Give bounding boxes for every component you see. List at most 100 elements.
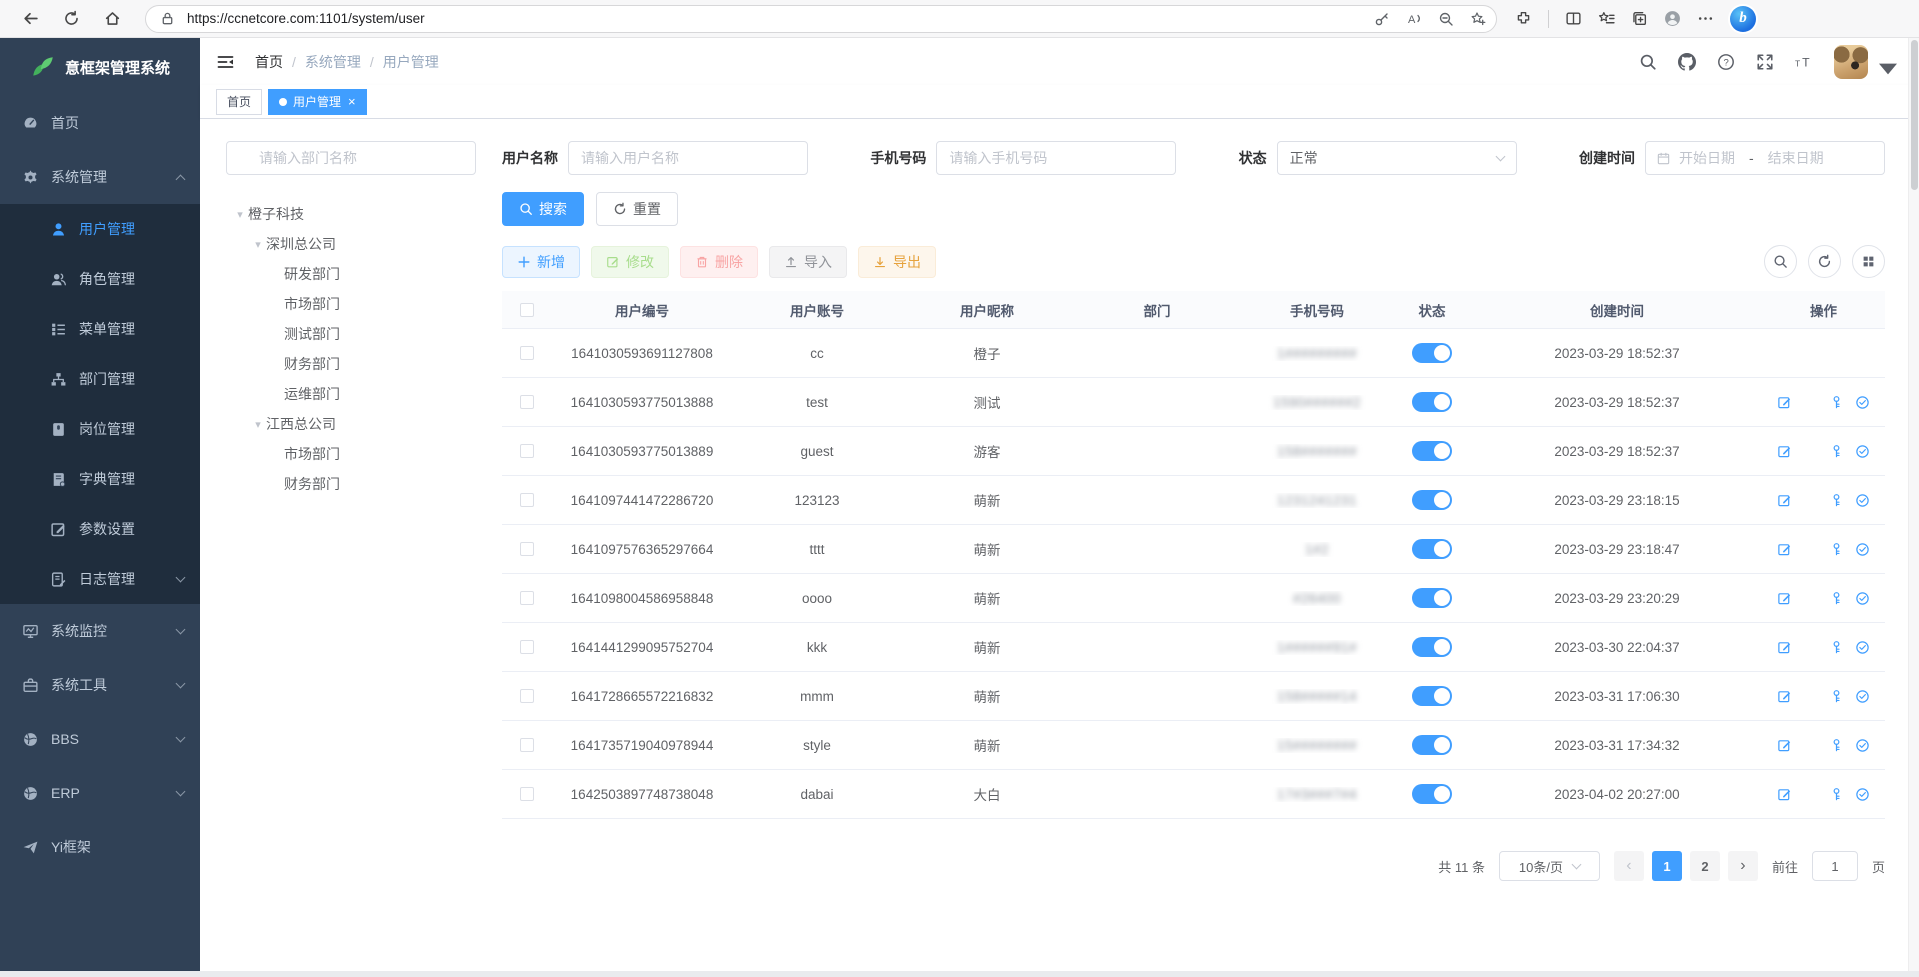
tree-node-运维部门[interactable]: 运维部门: [226, 379, 476, 409]
select-all-checkbox[interactable]: [520, 303, 534, 317]
dept-search-input[interactable]: [226, 141, 476, 175]
sidebar-item-菜单管理[interactable]: 菜单管理: [0, 304, 200, 354]
profile-icon[interactable]: [1664, 10, 1681, 27]
sidebar-item-用户管理[interactable]: 用户管理: [0, 204, 200, 254]
sidebar-item-角色管理[interactable]: 角色管理: [0, 254, 200, 304]
browser-scrollbar[interactable]: [1908, 38, 1919, 971]
phone-input[interactable]: [936, 141, 1176, 175]
collections-icon[interactable]: [1631, 10, 1648, 27]
sidebar-item-ERP[interactable]: ERP: [0, 766, 200, 820]
delete-icon[interactable]: [1803, 640, 1818, 655]
scrollbar-thumb[interactable]: [1911, 40, 1918, 190]
status-toggle-on[interactable]: [1412, 539, 1452, 559]
key-icon[interactable]: [1829, 787, 1844, 802]
search-button[interactable]: 搜索: [502, 192, 584, 226]
breadcrumb-item[interactable]: 首页: [255, 52, 283, 72]
status-toggle-on[interactable]: [1412, 392, 1452, 412]
daterange-picker[interactable]: 开始日期 - 结束日期: [1645, 141, 1885, 175]
goto-page-input[interactable]: [1812, 851, 1858, 881]
avatar[interactable]: [1834, 45, 1868, 79]
sidebar-item-首页[interactable]: 首页: [0, 96, 200, 150]
status-toggle-on[interactable]: [1412, 441, 1452, 461]
search-icon[interactable]: [1639, 53, 1657, 71]
status-toggle-on[interactable]: [1412, 686, 1452, 706]
sidebar-item-BBS[interactable]: BBS: [0, 712, 200, 766]
modify-button[interactable]: 修改: [591, 246, 669, 278]
check-circle-icon[interactable]: [1855, 591, 1870, 606]
sidebar-item-字典管理[interactable]: 字典管理: [0, 454, 200, 504]
copilot-icon[interactable]: b: [1730, 6, 1756, 32]
tab-首页[interactable]: 首页: [216, 89, 262, 115]
row-checkbox[interactable]: [520, 346, 534, 360]
help-icon[interactable]: ?: [1717, 53, 1735, 71]
page-button-1[interactable]: 1: [1652, 851, 1682, 881]
password-key-icon[interactable]: [1374, 11, 1390, 27]
edit-icon[interactable]: [1777, 689, 1792, 704]
font-size-icon[interactable]: TT: [1795, 53, 1813, 71]
key-icon[interactable]: [1829, 738, 1844, 753]
status-toggle-on[interactable]: [1412, 637, 1452, 657]
edit-icon[interactable]: [1777, 591, 1792, 606]
key-icon[interactable]: [1829, 591, 1844, 606]
close-icon[interactable]: ×: [348, 95, 356, 108]
sidebar-item-系统管理[interactable]: 系统管理: [0, 150, 200, 204]
sidebar-item-部门管理[interactable]: 部门管理: [0, 354, 200, 404]
row-checkbox[interactable]: [520, 542, 534, 556]
read-aloud-icon[interactable]: A: [1406, 11, 1422, 27]
tree-expand-icon[interactable]: ▾: [250, 238, 266, 251]
delete-icon[interactable]: [1803, 542, 1818, 557]
status-toggle-on[interactable]: [1412, 588, 1452, 608]
row-checkbox[interactable]: [520, 395, 534, 409]
sidebar-collapse-icon[interactable]: [216, 54, 235, 70]
table-search-button[interactable]: [1764, 245, 1797, 278]
table-refresh-button[interactable]: [1808, 245, 1841, 278]
key-icon[interactable]: [1829, 493, 1844, 508]
back-icon[interactable]: [22, 10, 39, 27]
caret-down-icon[interactable]: [1879, 60, 1897, 78]
status-toggle-on[interactable]: [1412, 735, 1452, 755]
row-checkbox[interactable]: [520, 444, 534, 458]
key-icon[interactable]: [1829, 542, 1844, 557]
check-circle-icon[interactable]: [1855, 542, 1870, 557]
key-icon[interactable]: [1829, 689, 1844, 704]
username-input[interactable]: [568, 141, 808, 175]
row-checkbox[interactable]: [520, 689, 534, 703]
row-checkbox[interactable]: [520, 591, 534, 605]
tree-node-财务部门[interactable]: 财务部门: [226, 349, 476, 379]
row-checkbox[interactable]: [520, 787, 534, 801]
check-circle-icon[interactable]: [1855, 689, 1870, 704]
next-page-button[interactable]: ›: [1728, 851, 1758, 881]
github-icon[interactable]: [1678, 53, 1696, 71]
delete-icon[interactable]: [1803, 591, 1818, 606]
prev-page-button[interactable]: ‹: [1614, 851, 1644, 881]
favorites-icon[interactable]: [1598, 10, 1615, 27]
delete-button[interactable]: 删除: [680, 246, 758, 278]
key-icon[interactable]: [1829, 444, 1844, 459]
tree-node-江西总公司[interactable]: ▾江西总公司: [226, 409, 476, 439]
import-button[interactable]: 导入: [769, 246, 847, 278]
row-checkbox[interactable]: [520, 738, 534, 752]
sidebar-item-系统工具[interactable]: 系统工具: [0, 658, 200, 712]
sidebar-item-岗位管理[interactable]: 岗位管理: [0, 404, 200, 454]
fullscreen-icon[interactable]: [1756, 53, 1774, 71]
home-icon[interactable]: [104, 10, 121, 27]
delete-icon[interactable]: [1803, 444, 1818, 459]
page-button-2[interactable]: 2: [1690, 851, 1720, 881]
sidebar-item-日志管理[interactable]: 日志管理: [0, 554, 200, 604]
tree-expand-icon[interactable]: ▾: [250, 418, 266, 431]
edit-icon[interactable]: [1777, 395, 1792, 410]
table-columns-button[interactable]: [1852, 245, 1885, 278]
tree-node-测试部门[interactable]: 测试部门: [226, 319, 476, 349]
status-toggle-on[interactable]: [1412, 490, 1452, 510]
tree-node-橙子科技[interactable]: ▾橙子科技: [226, 199, 476, 229]
check-circle-icon[interactable]: [1855, 493, 1870, 508]
more-icon[interactable]: [1697, 10, 1714, 27]
edit-icon[interactable]: [1777, 493, 1792, 508]
delete-icon[interactable]: [1803, 493, 1818, 508]
edit-icon[interactable]: [1777, 787, 1792, 802]
extensions-icon[interactable]: [1515, 10, 1532, 27]
refresh-icon[interactable]: [63, 10, 80, 27]
tree-expand-icon[interactable]: ▾: [232, 208, 248, 221]
row-checkbox[interactable]: [520, 493, 534, 507]
delete-icon[interactable]: [1803, 689, 1818, 704]
